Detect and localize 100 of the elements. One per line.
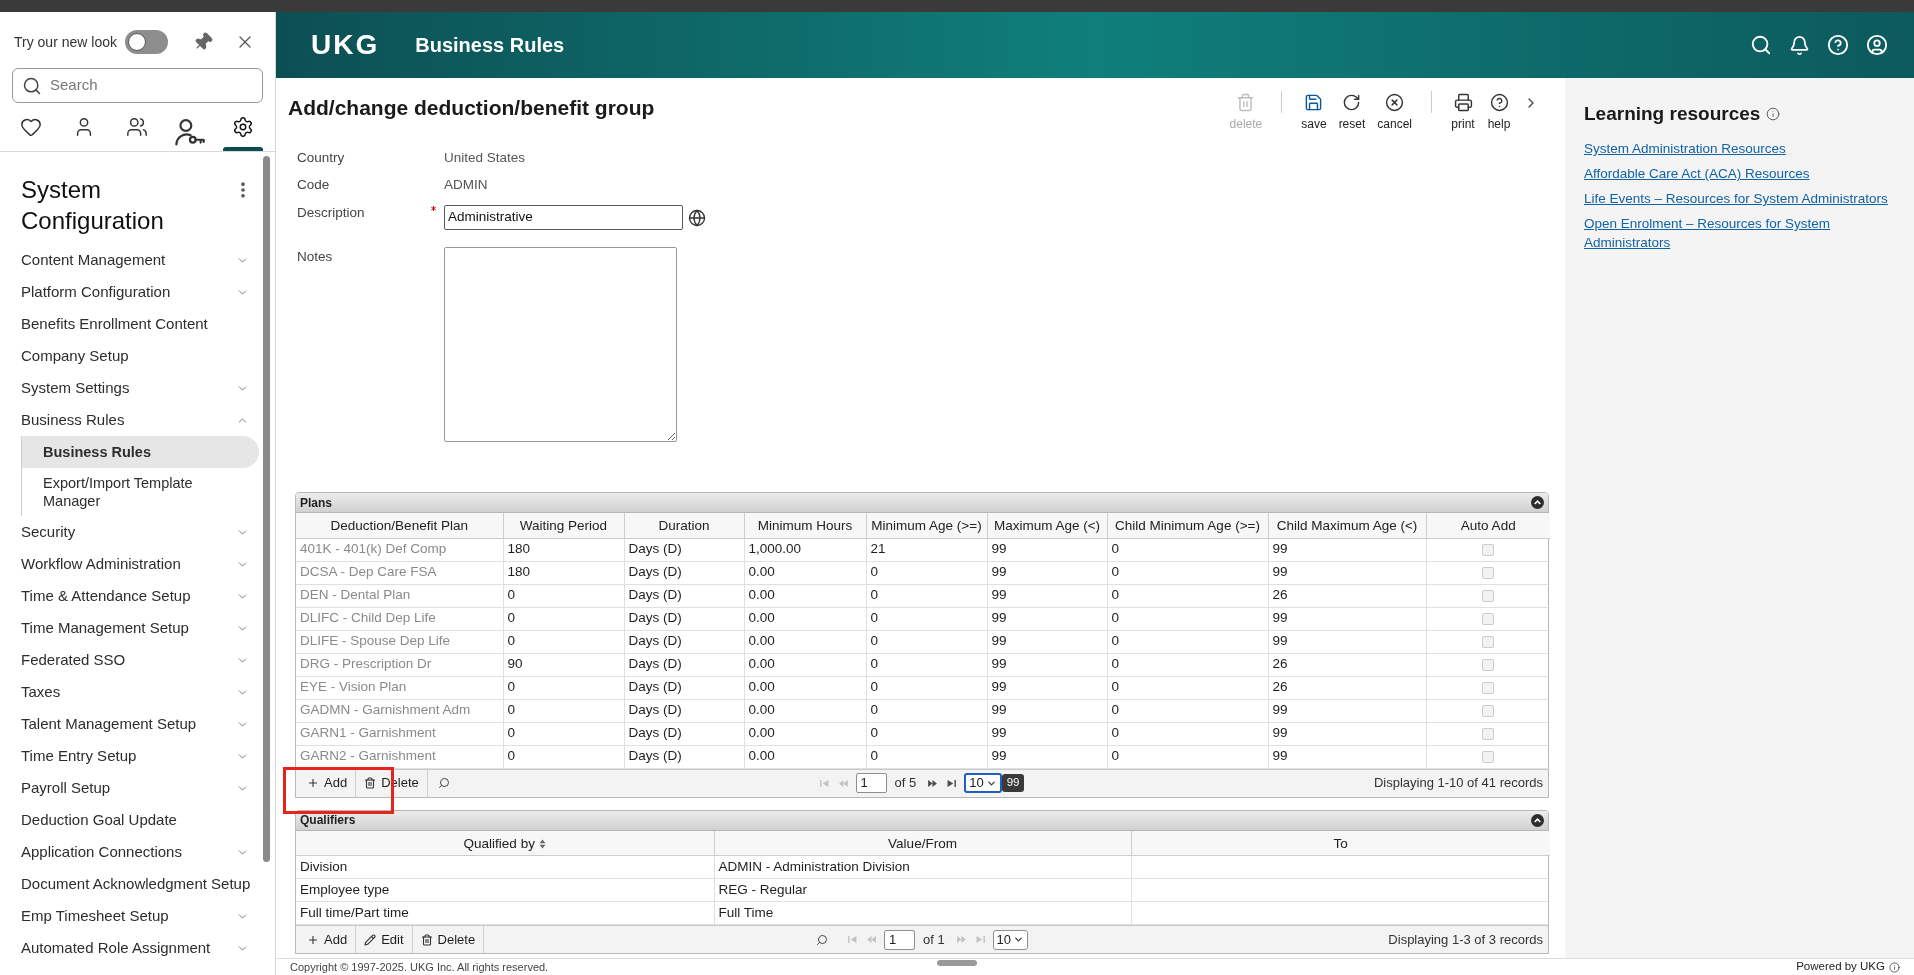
- next-page-icon[interactable]: [928, 779, 938, 787]
- toolbar-button[interactable]: help: [1481, 93, 1517, 132]
- table-cell: Days (D): [624, 699, 744, 722]
- nav-item[interactable]: Security: [0, 516, 263, 548]
- table-cell: 0: [866, 561, 987, 584]
- delete-button[interactable]: Delete: [412, 926, 485, 953]
- resource-link[interactable]: Affordable Care Act (ACA) Resources: [1584, 164, 1902, 183]
- table-cell: 1,000.00: [744, 538, 866, 561]
- table-cell: 99: [987, 722, 1107, 745]
- field-value: ADMIN: [444, 176, 488, 195]
- nav-item[interactable]: Workflow Administration: [0, 548, 263, 580]
- search-icon[interactable]: [437, 777, 450, 789]
- info-icon[interactable]: [1766, 107, 1781, 121]
- resource-link[interactable]: Life Events – Resources for System Administrators: [1584, 189, 1902, 208]
- add-button[interactable]: Add: [299, 926, 357, 953]
- bell-icon[interactable]: [1789, 34, 1810, 56]
- search-icon: [22, 75, 42, 96]
- new-look-toggle[interactable]: [124, 30, 168, 54]
- scrollbar-thumb[interactable]: [263, 156, 270, 862]
- nav-item[interactable]: Company Setup: [0, 340, 263, 372]
- sort-icon[interactable]: [538, 838, 546, 849]
- logo[interactable]: UKG: [311, 31, 380, 59]
- nav-item[interactable]: Benefits Enrollment Content: [0, 308, 263, 340]
- nav-subitem[interactable]: Export/Import Template Manager: [22, 468, 259, 516]
- nav-item[interactable]: Taxes: [0, 676, 263, 708]
- copyright-text: Copyright © 1997-2025. UKG Inc. All rights reserved.: [290, 959, 549, 975]
- nav-item[interactable]: Business Rules: [0, 404, 263, 436]
- info-icon[interactable]: [1889, 961, 1900, 973]
- table-cell: 0: [1107, 584, 1268, 607]
- record-count: Displaying 1-3 of 3 records: [1388, 930, 1543, 949]
- search-icon[interactable]: [815, 933, 828, 946]
- notes-field[interactable]: [444, 247, 677, 442]
- nav-item[interactable]: System Settings: [0, 372, 263, 404]
- table-cell: 0: [503, 584, 624, 607]
- table-cell: 99: [1268, 630, 1426, 653]
- table-cell: 0: [503, 699, 624, 722]
- pencil-icon: [364, 933, 377, 946]
- nav-item[interactable]: Automated Role Assignment: [0, 932, 263, 964]
- table-cell: 0: [1107, 745, 1268, 768]
- add-button[interactable]: Add: [299, 769, 357, 797]
- table-cell: 0: [1107, 607, 1268, 630]
- resource-link[interactable]: Open Enrolment – Resources for System Administrators: [1584, 214, 1902, 252]
- page-size-select[interactable]: 10: [964, 773, 1002, 793]
- description-field[interactable]: Administrative: [444, 205, 683, 230]
- table-cell: DLIFE - Spouse Dep Life: [296, 630, 503, 653]
- nav-item[interactable]: Payroll Setup: [0, 772, 263, 804]
- column-title: Waiting Period: [519, 518, 608, 534]
- user-icon[interactable]: [1866, 34, 1888, 56]
- table-cell: 26: [1268, 653, 1426, 676]
- column-title: Qualified by: [463, 835, 535, 851]
- header-title: Business Rules: [415, 33, 565, 58]
- resource-link[interactable]: System Administration Resources: [1584, 139, 1902, 158]
- help-icon: [1489, 93, 1509, 112]
- nav-item[interactable]: Federated SSO: [0, 644, 263, 676]
- column-title: Maximum Age (<): [993, 518, 1101, 534]
- help-icon[interactable]: [1827, 34, 1849, 56]
- edit-button[interactable]: Edit: [356, 926, 413, 953]
- column-title: Minimum Age (>=): [871, 518, 982, 534]
- last-page-icon[interactable]: [947, 779, 957, 787]
- page-size-select[interactable]: 10: [992, 929, 1029, 950]
- table-cell: 99: [987, 653, 1107, 676]
- table-cell: 0: [866, 745, 987, 768]
- nav-item[interactable]: Time Management Setup: [0, 612, 263, 644]
- nav-item[interactable]: Talent Management Setup: [0, 708, 263, 740]
- page-count: of 5: [894, 774, 917, 793]
- table-cell: Employee type: [296, 878, 714, 902]
- collapse-icon[interactable]: [1531, 813, 1544, 827]
- nav-item[interactable]: Content Management: [0, 244, 263, 276]
- nav-item[interactable]: Time & Attendance Setup: [0, 580, 263, 612]
- toolbar-button[interactable]: print: [1445, 93, 1481, 132]
- nav-item[interactable]: Emp Timesheet Setup: [0, 900, 263, 932]
- nav-item[interactable]: Platform Configuration: [0, 276, 263, 308]
- table-cell: 0: [1107, 561, 1268, 584]
- field-label: Notes: [297, 248, 333, 266]
- page-field[interactable]: 1: [883, 929, 915, 950]
- plus-icon: [307, 777, 319, 789]
- toolbar-button[interactable]: reset: [1332, 93, 1372, 132]
- table-cell: 0: [866, 699, 987, 722]
- column-header-cell[interactable]: Qualified by: [296, 830, 714, 856]
- table-cell: 0: [1107, 630, 1268, 653]
- search-icon[interactable]: [1750, 34, 1772, 56]
- nav-item[interactable]: Time Entry Setup: [0, 740, 263, 772]
- table-cell: 99: [1268, 538, 1426, 561]
- nav-item[interactable]: Deduction Goal Update: [0, 804, 263, 836]
- search-field[interactable]: Search: [12, 68, 263, 103]
- nav-item[interactable]: Document Acknowledgment Setup: [0, 868, 263, 900]
- nav-item[interactable]: Application Connections: [0, 836, 263, 868]
- page-field[interactable]: 1: [855, 773, 887, 793]
- toolbar-button[interactable]: cancel: [1371, 93, 1418, 132]
- nav-subitem[interactable]: Business Rules: [22, 436, 259, 468]
- table-cell: 0: [503, 607, 624, 630]
- column-title: Value/From: [888, 835, 957, 851]
- toolbar-button[interactable]: save: [1295, 93, 1333, 132]
- collapse-icon[interactable]: [1531, 496, 1544, 509]
- table-cell: Days (D): [624, 630, 744, 653]
- trash-icon: [1236, 93, 1256, 112]
- drag-handle[interactable]: [937, 960, 977, 966]
- table-cell: 0: [866, 584, 987, 607]
- globe-icon[interactable]: [688, 208, 706, 227]
- table-cell: Days (D): [624, 676, 744, 699]
